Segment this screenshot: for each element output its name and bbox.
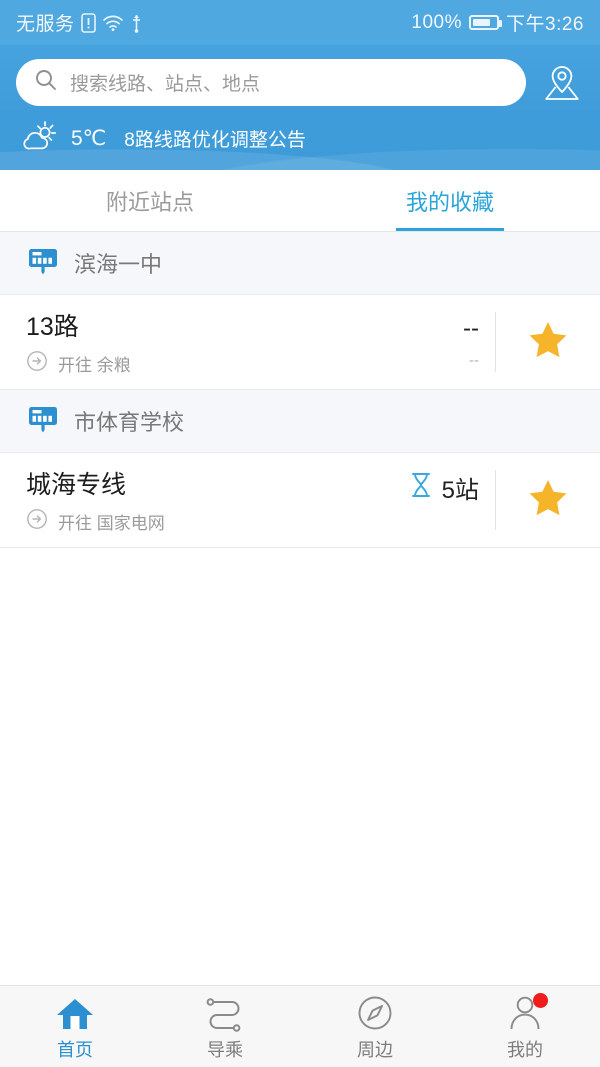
status-bar-right: 100% 下午3:26 — [411, 9, 584, 36]
nav-item-nearby[interactable]: 周边 — [300, 986, 450, 1067]
tab-my-favorites[interactable]: 我的收藏 — [300, 170, 600, 231]
search-icon — [34, 68, 58, 97]
route-direction-label: 开往 国家电网 — [58, 514, 165, 533]
nav-item-profile[interactable]: 我的 — [450, 986, 600, 1067]
bottom-navigation-bar: 首页 导乘 周边 我的 — [0, 985, 600, 1067]
wifi-icon — [102, 14, 124, 32]
nav-item-route-guide[interactable]: 导乘 — [150, 986, 300, 1067]
nav-item-profile-label: 我的 — [507, 1039, 543, 1060]
home-icon — [55, 992, 95, 1032]
arrow-circle-right-icon — [26, 350, 48, 377]
tab-nearby-stops-label: 附近站点 — [105, 189, 194, 215]
station-header[interactable]: 滨海一中 — [0, 232, 600, 295]
station-name-label: 市体育学校 — [74, 410, 185, 435]
bus-stop-sign-icon — [26, 402, 60, 441]
favorite-toggle[interactable] — [496, 476, 600, 525]
nav-item-route-guide-label: 导乘 — [207, 1039, 243, 1060]
status-bar-left: 无服务 — [16, 9, 143, 36]
weather-notice-row[interactable]: 5℃ 8路线路优化调整公告 — [16, 119, 584, 158]
route-name-label: 13路 — [26, 313, 79, 341]
route-eta: 5站 — [365, 470, 495, 530]
battery-percent-label: 100% — [411, 11, 463, 33]
app-header: 搜索线路、站点、地点 5℃ 8路线路优化调整公告 — [0, 45, 600, 170]
partly-cloudy-icon — [20, 119, 60, 158]
tab-my-favorites-label: 我的收藏 — [405, 189, 494, 215]
route-name-label: 城海专线 — [26, 471, 127, 499]
search-input[interactable]: 搜索线路、站点、地点 — [16, 59, 526, 106]
table-row[interactable]: 13路 开往 余粮 -- -- — [0, 295, 600, 390]
station-header[interactable]: 市体育学校 — [0, 390, 600, 453]
arrow-circle-right-icon — [26, 508, 48, 535]
route-direction: 开往 余粮 — [26, 350, 365, 377]
clock-label: 下午3:26 — [506, 14, 584, 35]
notification-badge — [533, 992, 548, 1008]
star-filled-icon — [526, 476, 570, 525]
favorites-list: 滨海一中 13路 开往 余粮 -- -- 市体育学校 城海专线 开往 国家电网 … — [0, 232, 600, 548]
route-eta-label: -- — [463, 315, 479, 342]
favorite-toggle[interactable] — [496, 318, 600, 367]
tab-bar: 附近站点 我的收藏 — [0, 170, 600, 232]
carrier-label: 无服务 — [16, 14, 75, 35]
nav-item-nearby-label: 周边 — [357, 1039, 393, 1060]
route-eta-top: 5站 — [409, 470, 479, 505]
battery-icon — [469, 15, 503, 30]
compass-icon — [356, 992, 394, 1032]
route-info: 城海专线 开往 国家电网 — [26, 465, 365, 535]
map-pin-icon[interactable] — [540, 61, 584, 105]
route-direction-label: 开往 余粮 — [58, 356, 131, 375]
person-icon — [506, 992, 548, 1032]
nav-item-home[interactable]: 首页 — [0, 986, 150, 1067]
route-info: 13路 开往 余粮 — [26, 307, 365, 377]
usb-icon — [130, 13, 143, 33]
route-eta-sub-label: -- — [469, 352, 479, 369]
route-eta-label: 5站 — [441, 477, 479, 504]
tab-nearby-stops[interactable]: 附近站点 — [0, 170, 300, 231]
route-eta-top: -- — [463, 315, 479, 343]
status-bar: 无服务 100% 下午3:26 — [0, 0, 600, 45]
notice-label[interactable]: 8路线路优化调整公告 — [124, 125, 306, 152]
nav-item-home-label: 首页 — [57, 1039, 93, 1060]
route-eta: -- -- — [365, 315, 495, 369]
route-direction: 开往 国家电网 — [26, 508, 365, 535]
search-placeholder: 搜索线路、站点、地点 — [70, 74, 261, 95]
station-name-label: 滨海一中 — [74, 252, 163, 277]
hourglass-icon — [409, 472, 433, 503]
table-row[interactable]: 城海专线 开往 国家电网 5站 — [0, 453, 600, 548]
bus-stop-sign-icon — [26, 244, 60, 283]
star-filled-icon — [526, 318, 570, 367]
search-row: 搜索线路、站点、地点 — [16, 59, 584, 106]
sim-alert-icon — [80, 12, 96, 33]
route-path-icon — [204, 992, 246, 1032]
temperature-label: 5℃ — [71, 127, 107, 150]
